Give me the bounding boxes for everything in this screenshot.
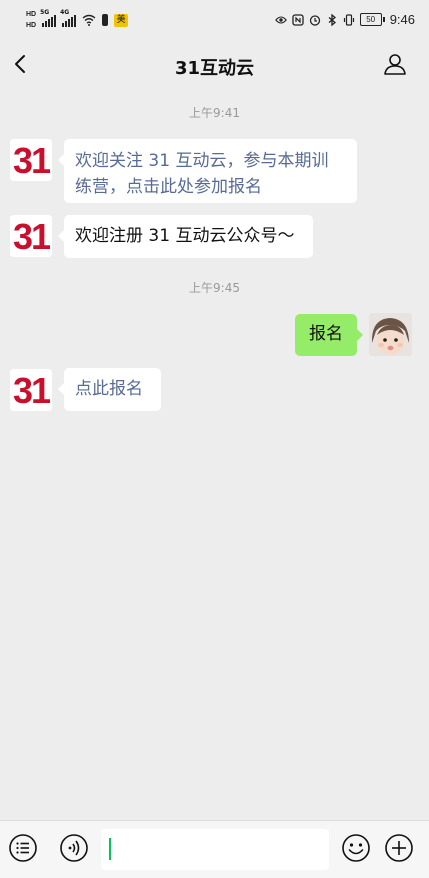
voice-icon[interactable] [59, 833, 89, 863]
logo-text: 31 [13, 216, 51, 257]
message-bubble-4[interactable]: 点此报名 [58, 368, 161, 411]
message-input[interactable] [101, 829, 329, 870]
signal-4g-icon: 4G [60, 9, 77, 27]
status-bar: HD HD 5G 4G 美 50 9:46 [0, 0, 429, 44]
wifi-icon [82, 14, 96, 26]
list-menu-icon[interactable] [8, 833, 38, 863]
chat-header: 31互动云 [0, 44, 429, 86]
official-account-avatar[interactable]: 31 [10, 139, 52, 181]
plus-icon[interactable] [384, 833, 414, 863]
bluetooth-icon [328, 13, 336, 26]
logo-text: 31 [13, 140, 51, 181]
message-1-line-2: 练营，点击此处参加报名 [75, 177, 262, 197]
signal-5g-label: 5G [40, 9, 50, 16]
message-1-line-1: 欢迎关注 31 互动云，参与本期训 [75, 151, 329, 171]
official-account-avatar[interactable]: 31 [10, 369, 52, 411]
user-avatar[interactable] [369, 313, 412, 356]
hd-indicator: HD HD [26, 10, 36, 30]
clock: 9:46 [389, 12, 415, 27]
alarm-icon [309, 14, 320, 26]
hd-label-2: HD [26, 22, 37, 29]
battery-icon: 50 [359, 13, 385, 26]
child-avatar-icon [369, 313, 412, 356]
timestamp: 上午9:45 [189, 281, 240, 295]
status-right: 50 9:46 [274, 12, 415, 27]
message-4-text: 点此报名 [75, 379, 143, 399]
eye-icon [274, 15, 287, 24]
message-bubble-1[interactable]: 欢迎关注 31 互动云，参与本期训 练营，点击此处参加报名 [58, 139, 357, 203]
small-battery-icon [102, 14, 109, 26]
status-left: HD HD 5G 4G 美 [26, 9, 129, 30]
hd-label-1: HD [26, 11, 37, 18]
emoji-icon[interactable] [341, 833, 371, 863]
vibrate-icon [343, 13, 354, 26]
person-icon[interactable] [383, 52, 407, 76]
logo-31-icon: 31 [10, 215, 52, 257]
signal-4g-label: 4G [60, 9, 70, 16]
chat-title: 31互动云 [174, 58, 255, 79]
timestamp: 上午9:41 [189, 106, 240, 120]
official-account-avatar[interactable]: 31 [10, 215, 52, 257]
logo-text: 31 [13, 370, 51, 411]
nfc-icon [292, 13, 304, 26]
input-bar [0, 820, 429, 878]
message-2-text: 欢迎注册 31 互动云公众号～ [75, 226, 295, 246]
message-bubble-2[interactable]: 欢迎注册 31 互动云公众号～ [58, 215, 313, 258]
text-caret [109, 838, 111, 860]
signal-5g-icon: 5G [40, 9, 57, 27]
logo-31-icon: 31 [10, 369, 52, 411]
message-3-text: 报名 [309, 324, 343, 344]
message-bubble-sent[interactable]: 报名 [295, 314, 363, 356]
logo-31-icon: 31 [10, 139, 52, 181]
battery-level: 50 [359, 13, 382, 26]
app-badge-icon: 美 [114, 13, 129, 27]
